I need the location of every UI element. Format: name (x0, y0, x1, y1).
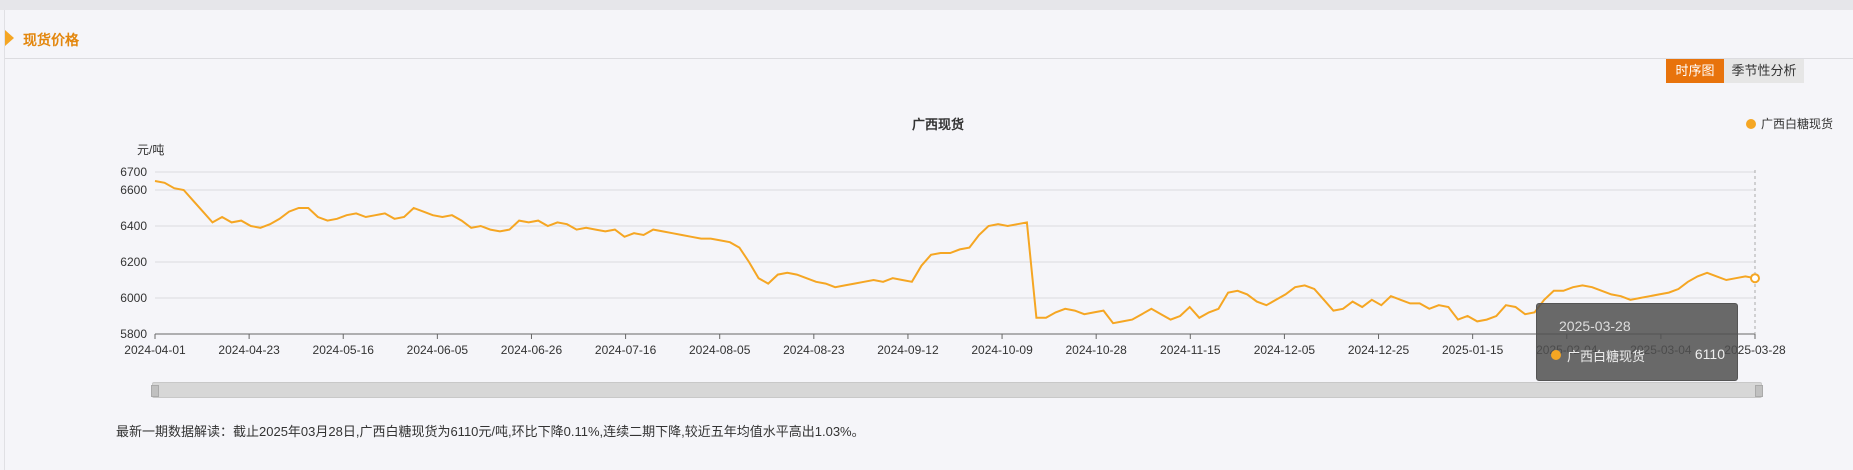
y-tick-label: 6200 (120, 255, 147, 269)
zoom-slider[interactable] (151, 382, 1763, 398)
x-tick-label: 2024-08-23 (783, 343, 845, 357)
x-tick-label: 2024-12-25 (1348, 343, 1410, 357)
zoom-handle-right[interactable] (1755, 385, 1763, 397)
x-tick-label: 2024-04-23 (218, 343, 280, 357)
legend-label: 广西白糖现货 (1761, 116, 1833, 131)
hover-point (1750, 273, 1760, 284)
x-tick-label: 2025-01-15 (1442, 343, 1504, 357)
tooltip-value: 6110 (1694, 346, 1725, 362)
chart-title: 广西现货 (912, 117, 964, 132)
section-header: 现货价格 (5, 20, 1853, 59)
x-tick-label: 2024-10-28 (1065, 343, 1127, 357)
x-tick-label: 2024-12-05 (1254, 343, 1316, 357)
data-interpretation: 最新一期数据解读：截止2025年03月28日,广西白糖现货为6110元/吨,环比… (116, 424, 865, 439)
x-tick-label: 2024-08-05 (689, 343, 751, 357)
y-tick-label: 5800 (120, 327, 147, 341)
legend-marker (1746, 119, 1756, 129)
y-axis-label: 元/吨 (137, 143, 164, 157)
x-tick-label: 2024-05-16 (313, 343, 375, 357)
top-bar (0, 0, 1853, 10)
legend[interactable]: 广西白糖现货 (1746, 116, 1833, 131)
caret-right-icon (5, 30, 14, 46)
x-tick-label: 2024-06-05 (407, 343, 469, 357)
tooltip: 2025-03-28 广西白糖现货 6110 (1536, 303, 1738, 381)
x-tick-label: 2024-06-26 (501, 343, 563, 357)
tooltip-series: 广西白糖现货 (1567, 349, 1646, 364)
x-tick-label: 2024-09-12 (877, 343, 939, 357)
tab-seasonal[interactable]: 季节性分析 (1724, 59, 1804, 83)
zoom-handle-left[interactable] (151, 385, 159, 397)
x-tick-label: 2024-04-01 (124, 343, 186, 357)
tab-timeseries[interactable]: 时序图 (1666, 59, 1724, 83)
x-tick-label: 2024-10-09 (971, 343, 1033, 357)
y-tick-label: 6600 (120, 183, 147, 197)
section-title: 现货价格 (23, 32, 79, 48)
view-tabs: 时序图 季节性分析 (1666, 59, 1804, 83)
y-tick-label: 6700 (120, 165, 147, 179)
y-tick-label: 6000 (120, 291, 147, 305)
series-line (154, 180, 1756, 325)
y-tick-label: 6400 (120, 219, 147, 233)
tooltip-marker (1551, 350, 1561, 360)
tooltip-date: 2025-03-28 (1559, 318, 1631, 334)
x-tick-label: 2024-07-16 (595, 343, 657, 357)
x-tick-label: 2024-11-15 (1160, 343, 1221, 357)
